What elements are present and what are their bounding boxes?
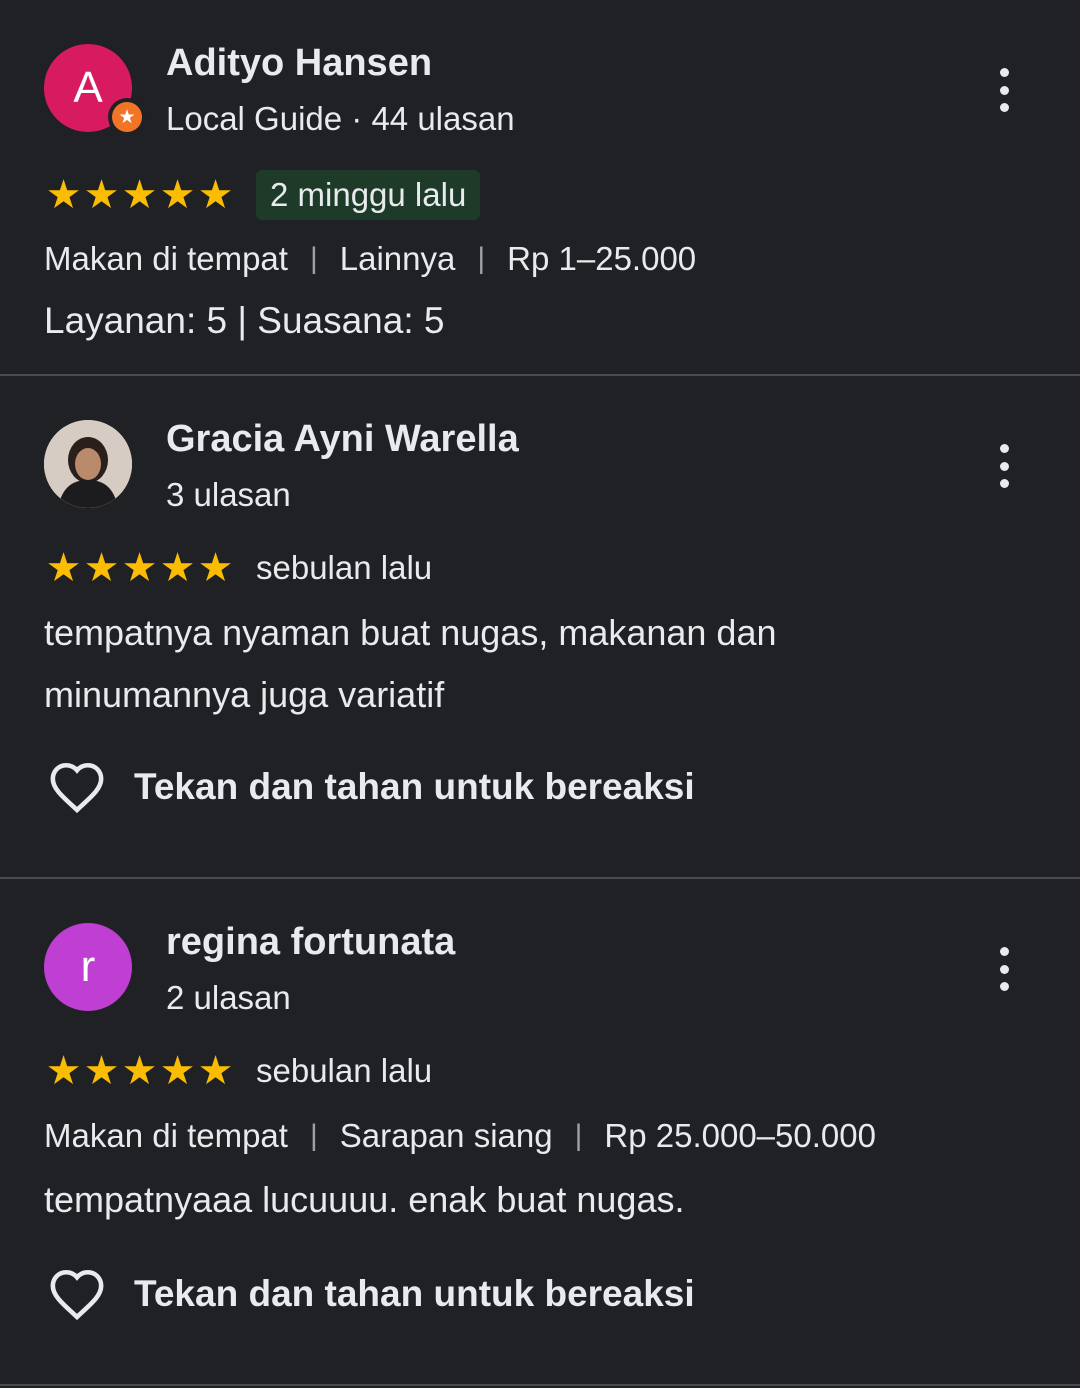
avatar[interactable]: r — [44, 923, 132, 1011]
reviewer-name[interactable]: Gracia Ayni Warella — [166, 418, 519, 461]
review-text: tempatnya nyaman buat nugas, makanan dan… — [44, 612, 777, 715]
more-vert-icon — [999, 947, 1009, 956]
more-options-button[interactable] — [984, 941, 1024, 997]
review-text: tempatnyaaa lucuuuu. enak buat nugas. — [44, 1179, 685, 1220]
star-icon: ★ — [45, 546, 82, 590]
react-button[interactable]: Tekan dan tahan untuk bereaksi — [48, 760, 695, 814]
reviewer-subline: Local Guide · 44 ulasan — [166, 100, 515, 137]
avatar-letter: A — [73, 63, 103, 112]
star-icon: ★ — [83, 546, 120, 590]
star-icon: ★ — [159, 1049, 196, 1093]
star-icon: ★ — [45, 1049, 82, 1093]
review-card: A ★ Adityo Hansen Local Guide · 44 ulasa… — [0, 0, 1080, 376]
react-label: Tekan dan tahan untuk bereaksi — [134, 766, 695, 807]
star-icon: ★ — [45, 173, 82, 217]
heart-outline-icon — [50, 1269, 104, 1321]
star-icon: ★ — [197, 173, 234, 217]
separator: | — [574, 1119, 583, 1152]
star-rating: ★ ★ ★ ★ ★ — [44, 175, 234, 215]
star-rating: ★ ★ ★ ★ ★ — [44, 1051, 234, 1091]
heart-outline-icon — [50, 762, 104, 814]
reviewer-subline: 3 ulasan — [166, 476, 291, 513]
more-options-button[interactable] — [984, 62, 1024, 118]
separator: | — [477, 242, 486, 275]
sub-ratings-text: Layanan: 5 | Suasana: 5 — [44, 300, 445, 341]
review-date: sebulan lalu — [256, 1052, 433, 1089]
react-button[interactable]: Tekan dan tahan untuk bereaksi — [48, 1267, 695, 1321]
meal-type: Lainnya — [339, 240, 456, 277]
react-label: Tekan dan tahan untuk bereaksi — [134, 1273, 695, 1314]
rating-row: ★ ★ ★ ★ ★ 2 minggu lalu — [44, 170, 481, 220]
price-range: Rp 1–25.000 — [507, 240, 697, 277]
visit-meta: Makan di tempat | Sarapan siang | Rp 25.… — [44, 1117, 876, 1155]
dining-type: Makan di tempat — [44, 240, 288, 277]
star-icon: ★ — [197, 546, 234, 590]
profile-photo — [44, 420, 132, 508]
star-icon: ★ — [121, 1049, 158, 1093]
dining-type: Makan di tempat — [44, 1117, 288, 1154]
star-icon: ★ — [197, 1049, 234, 1093]
reviewer-subline: 2 ulasan — [166, 979, 291, 1016]
review-card: Gracia Ayni Warella 3 ulasan ★ ★ ★ ★ ★ s… — [0, 376, 1080, 879]
star-icon: ★ — [121, 173, 158, 217]
separator: | — [309, 1119, 318, 1152]
meal-type: Sarapan siang — [339, 1117, 553, 1154]
rating-row: ★ ★ ★ ★ ★ sebulan lalu — [44, 548, 433, 588]
more-vert-icon — [999, 444, 1009, 453]
review-date: sebulan lalu — [256, 549, 433, 586]
star-icon: ★ — [159, 546, 196, 590]
more-vert-icon — [999, 68, 1009, 77]
rating-row: ★ ★ ★ ★ ★ sebulan lalu — [44, 1051, 433, 1091]
avatar[interactable] — [44, 420, 132, 508]
star-rating: ★ ★ ★ ★ ★ — [44, 548, 234, 588]
price-range: Rp 25.000–50.000 — [604, 1117, 876, 1154]
reviewer-name[interactable]: Adityo Hansen — [166, 42, 432, 85]
review-date: 2 minggu lalu — [256, 170, 481, 220]
star-icon: ★ — [83, 1049, 120, 1093]
local-guide-badge: ★ — [108, 98, 146, 136]
avatar-letter: r — [80, 942, 96, 991]
local-guide-star-icon: ★ — [112, 102, 142, 132]
reviewer-name[interactable]: regina fortunata — [166, 921, 455, 964]
visit-meta: Makan di tempat | Lainnya | Rp 1–25.000 — [44, 240, 696, 278]
star-icon: ★ — [83, 173, 120, 217]
sub-ratings: Layanan: 5 | Suasana: 5 — [44, 300, 444, 342]
star-icon: ★ — [159, 173, 196, 217]
review-card: r regina fortunata 2 ulasan ★ ★ ★ ★ ★ se… — [0, 879, 1080, 1386]
separator: | — [309, 242, 318, 275]
more-options-button[interactable] — [984, 438, 1024, 494]
star-icon: ★ — [121, 546, 158, 590]
